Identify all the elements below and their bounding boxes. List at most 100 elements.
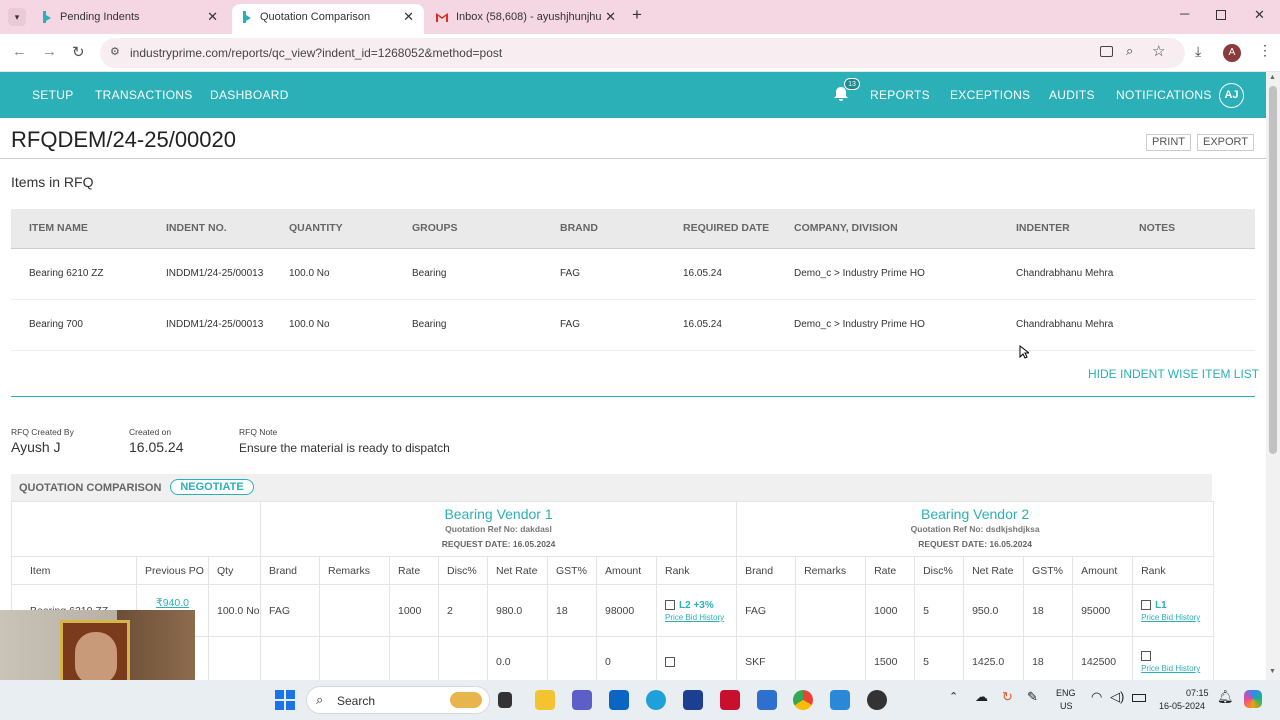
reload-icon[interactable]: ↻ xyxy=(72,43,85,61)
site-info-icon[interactable]: ⚙ xyxy=(110,45,120,58)
tab-pending-indents[interactable]: Pending Indents ✕ xyxy=(36,4,228,34)
required-date: 16.05.24 xyxy=(683,248,794,300)
scroll-down-icon[interactable]: ▼ xyxy=(1269,668,1276,675)
mcafee-icon[interactable] xyxy=(720,690,740,710)
col-company-division: COMPANY, DIVISION xyxy=(794,209,1016,249)
nav-notifications[interactable]: NOTIFICATIONS xyxy=(1116,88,1212,102)
download-icon[interactable]: ⤓ xyxy=(1195,43,1201,60)
address-bar[interactable]: ⚙ industryprime.com/reports/qc_view?inde… xyxy=(100,38,1185,68)
price-bid-history-link[interactable]: Price Bid History xyxy=(665,613,736,622)
v2-rank-cell: Price Bid History xyxy=(1132,636,1215,680)
select-checkbox[interactable] xyxy=(665,656,675,667)
search-icon: ⌕ xyxy=(316,692,324,707)
back-icon[interactable]: ← xyxy=(12,43,27,60)
restore-icon[interactable] xyxy=(1216,10,1226,20)
bookmark-star-icon[interactable]: ☆ xyxy=(1152,42,1165,60)
cloud-icon[interactable]: ☁ xyxy=(975,690,988,703)
url-text: industryprime.com/reports/qc_view?indent… xyxy=(130,46,503,60)
tab-quotation-comparison[interactable]: Quotation Comparison ✕ xyxy=(232,4,424,34)
nav-transactions[interactable]: TRANSACTIONS xyxy=(95,88,193,102)
app-l-icon[interactable] xyxy=(683,690,703,710)
price-bid-history-link[interactable]: Price Bid History xyxy=(1141,664,1213,673)
install-app-icon[interactable] xyxy=(1100,46,1113,57)
close-tab-icon[interactable]: ✕ xyxy=(403,4,414,30)
select-checkbox[interactable] xyxy=(665,600,675,611)
nav-reports[interactable]: REPORTS xyxy=(870,88,930,102)
quotation-ref: Quotation Ref No: dsdkjshdjksa xyxy=(910,524,1040,534)
app-red-icon[interactable] xyxy=(867,690,887,710)
col-item: Item xyxy=(11,556,137,585)
vendor-name[interactable]: Bearing Vendor 1 xyxy=(262,505,736,523)
tab-gmail-inbox[interactable]: Inbox (58,608) - ayushjhunjhun ✕ xyxy=(430,4,626,34)
chrome-icon[interactable] xyxy=(793,690,813,710)
nav-setup[interactable]: SETUP xyxy=(32,88,74,102)
v1-remarks[interactable] xyxy=(319,636,390,680)
negotiate-button[interactable]: NEGOTIATE xyxy=(170,479,254,495)
nav-audits[interactable]: AUDITS xyxy=(1049,88,1095,102)
zoom-icon[interactable]: ⌕ xyxy=(1126,43,1133,59)
outlook-icon[interactable] xyxy=(609,690,629,710)
app-blue-icon[interactable] xyxy=(757,690,777,710)
edge-icon[interactable] xyxy=(646,690,666,710)
tab-list-dropdown-icon[interactable]: ▾ xyxy=(8,8,26,26)
battery-icon[interactable] xyxy=(1132,694,1146,702)
brand: FAG xyxy=(560,299,683,351)
minimize-icon[interactable]: ─ xyxy=(1180,6,1189,21)
scroll-up-icon[interactable]: ▲ xyxy=(1269,74,1276,81)
select-checkbox[interactable] xyxy=(1141,651,1152,662)
sync-icon[interactable]: ↻ xyxy=(1002,690,1013,703)
tab-title: Pending Indents xyxy=(60,11,140,23)
quotation-comparison-title: QUOTATION COMPARISON xyxy=(19,482,162,494)
task-view-icon[interactable] xyxy=(498,692,512,708)
nav-exceptions[interactable]: EXCEPTIONS xyxy=(950,88,1030,102)
v1-remarks[interactable] xyxy=(319,584,390,637)
fixed-columns-spacer xyxy=(11,501,261,557)
quotation-comparison-header: QUOTATION COMPARISON NEGOTIATE xyxy=(11,474,1212,502)
wifi-icon[interactable]: ◠ xyxy=(1091,690,1102,703)
export-button[interactable]: EXPORT xyxy=(1197,134,1254,151)
v2-remarks[interactable] xyxy=(795,584,867,637)
file-explorer-icon[interactable] xyxy=(535,690,555,710)
browser-menu-icon[interactable]: ⋮ xyxy=(1258,42,1272,59)
tray-overflow-icon[interactable]: ⌃ xyxy=(949,692,958,703)
windows-start-icon[interactable] xyxy=(275,690,295,710)
profile-avatar[interactable]: A xyxy=(1223,44,1241,62)
vendor-1-header: Bearing Vendor 1 Quotation Ref No: dakda… xyxy=(259,501,738,557)
v1-rank-cell xyxy=(655,636,738,680)
close-tab-icon[interactable]: ✕ xyxy=(207,4,218,30)
col-gst: GST% xyxy=(547,556,597,585)
teams-icon[interactable] xyxy=(572,690,592,710)
clock-time[interactable]: 07:15 xyxy=(1186,688,1209,699)
window-close-icon[interactable]: ✕ xyxy=(1254,7,1265,23)
v1-rank-cell: L2 +3% Price Bid History xyxy=(655,584,738,637)
print-button[interactable]: PRINT xyxy=(1146,134,1191,151)
close-tab-icon[interactable]: ✕ xyxy=(602,4,616,30)
company-division: Demo_c > Industry Prime HO xyxy=(794,299,1016,351)
forward-icon[interactable]: → xyxy=(42,43,57,60)
nav-dashboard[interactable]: DASHBOARD xyxy=(210,88,289,102)
col-disc: Disc% xyxy=(914,556,965,585)
price-bid-history-link[interactable]: Price Bid History xyxy=(1141,613,1213,622)
v1-disc xyxy=(438,636,488,680)
v1-brand xyxy=(260,636,320,680)
scrollbar-thumb[interactable] xyxy=(1269,86,1277,454)
pen-icon[interactable]: ✎ xyxy=(1027,690,1038,703)
hide-indent-wise-item-list-link[interactable]: HIDE INDENT WISE ITEM LIST xyxy=(1088,367,1259,381)
language-eng[interactable]: ENG xyxy=(1056,688,1076,699)
clock-date[interactable]: 16-05-2024 xyxy=(1159,701,1205,712)
notification-bell-icon[interactable]: 🔔︎ xyxy=(1217,690,1234,703)
copilot-icon[interactable] xyxy=(1244,690,1262,708)
select-checkbox[interactable] xyxy=(1141,600,1152,611)
taskbar-search[interactable]: ⌕ Search xyxy=(306,686,490,714)
v2-gst: 18 xyxy=(1023,636,1074,680)
previous-po-link[interactable]: ₹940.0 xyxy=(156,597,189,609)
v2-remarks[interactable] xyxy=(795,636,867,680)
col-groups: GROUPS xyxy=(412,209,560,249)
user-avatar[interactable]: AJ xyxy=(1219,83,1244,108)
defender-icon[interactable] xyxy=(830,690,850,710)
language-us[interactable]: US xyxy=(1060,701,1073,712)
vendor-name[interactable]: Bearing Vendor 2 xyxy=(738,505,1213,523)
volume-icon[interactable]: ◁) xyxy=(1110,690,1124,703)
page-scrollbar[interactable]: ▲ ▼ xyxy=(1266,72,1280,680)
new-tab-icon[interactable]: + xyxy=(632,5,642,25)
